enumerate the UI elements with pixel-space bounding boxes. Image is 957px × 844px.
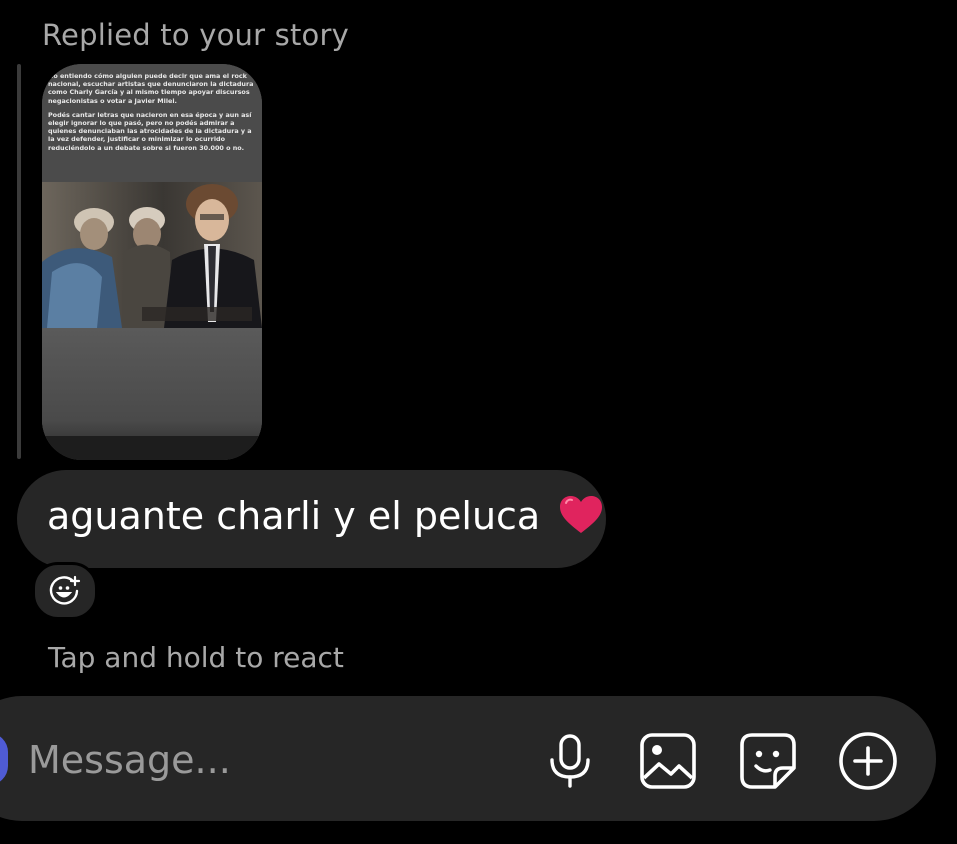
gallery-button[interactable] [638,730,698,792]
sticker-icon [740,733,796,789]
add-reaction-button[interactable] [32,562,98,620]
story-photo [42,182,262,328]
microphone-icon [550,734,590,788]
message-bubble[interactable]: aguante charli y el peluca [17,470,606,568]
microphone-button[interactable] [540,730,600,792]
story-text-block: No entiendo cómo alguien puede decir que… [42,64,262,182]
message-text: aguante charli y el peluca [47,494,541,538]
reply-indicator-bar [17,64,21,459]
story-preview[interactable]: No entiendo cómo alguien puede decir que… [42,64,262,460]
react-hint: Tap and hold to react [48,641,344,674]
sticker-button[interactable] [738,730,798,792]
story-footer [42,436,262,460]
message-input[interactable] [28,736,448,784]
story-paragraph-2: Podés cantar letras que nacieron en esa … [48,110,252,152]
reply-label: Replied to your story [42,18,349,52]
more-options-button[interactable] [838,730,898,792]
plus-icon [839,732,897,790]
message-bubble-content: aguante charli y el peluca [47,494,604,538]
add-reaction-icon [49,575,81,605]
story-paragraph-1: No entiendo cómo alguien puede decir que… [48,72,254,105]
image-icon [640,733,696,789]
red-heart-icon [560,496,603,533]
